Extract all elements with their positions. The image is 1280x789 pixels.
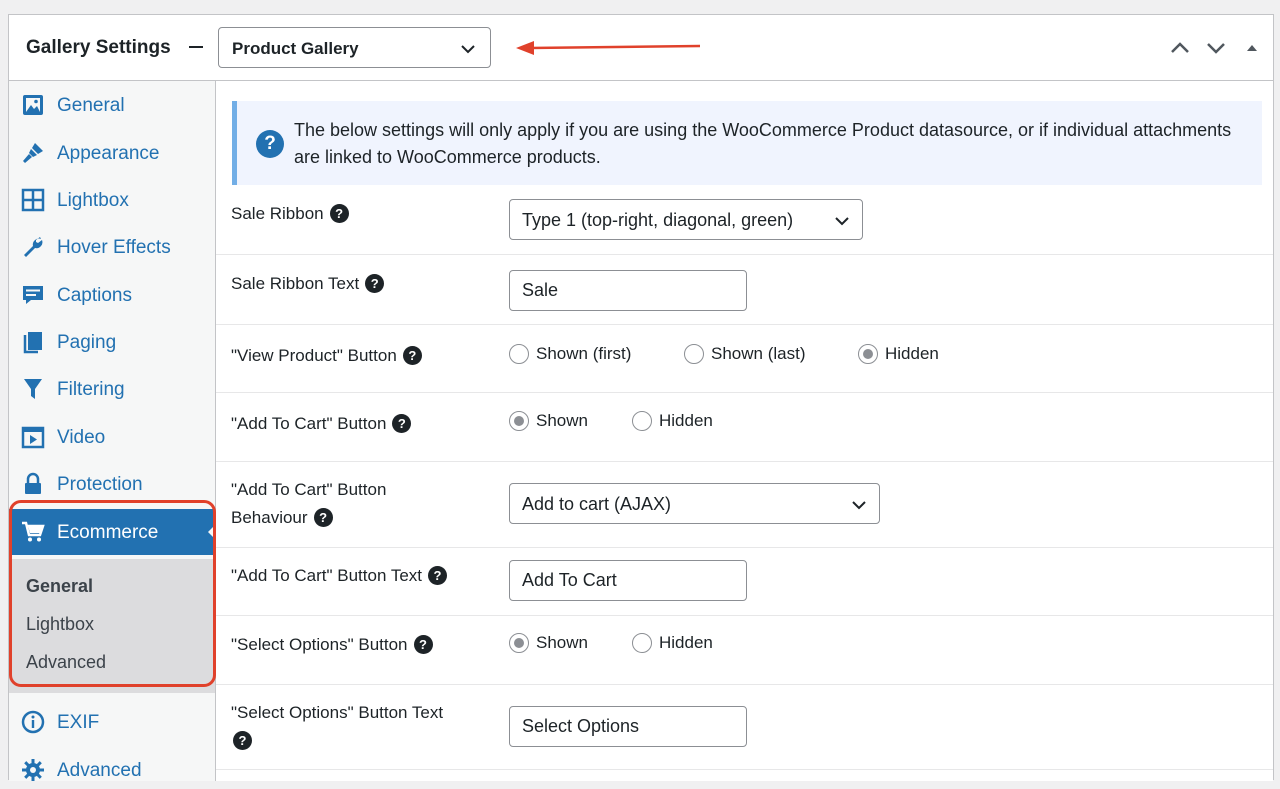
panel-title: Gallery Settings (26, 37, 171, 58)
gallery-template-value: Product Gallery (232, 39, 359, 58)
select-options-text-input[interactable] (509, 706, 747, 747)
sidebar-item-label: Protection (57, 474, 143, 495)
sidebar-item-advanced[interactable]: Advanced (9, 747, 215, 789)
setting-label: "Add To Cart" Button? (231, 410, 412, 438)
help-icon[interactable]: ? (428, 566, 447, 585)
chevron-down-icon (835, 217, 849, 226)
sale-ribbon-select[interactable]: Type 1 (top-right, diagonal, green) (509, 199, 863, 240)
setting-row-add-to-cart-text: "Add To Cart" Button Text? (216, 548, 1273, 616)
setting-row-sale-ribbon-text: Sale Ribbon Text? (216, 255, 1273, 325)
setting-row-add-to-cart: "Add To Cart" Button? Shown Hidden (216, 393, 1273, 462)
chevron-down-icon (852, 501, 866, 510)
sale-ribbon-text-input[interactable] (509, 270, 747, 311)
sidebar-item-label: Filtering (57, 379, 125, 400)
wrench-icon (24, 237, 43, 257)
chevron-down-icon (1207, 43, 1225, 54)
video-icon (21, 426, 45, 449)
setting-label: "View Product" Button? (231, 342, 422, 370)
add-to-cart-behaviour-select[interactable]: Add to cart (AJAX) (509, 483, 880, 524)
sidebar-item-label: Advanced (57, 760, 142, 781)
sidebar-item-video[interactable]: Video (9, 414, 215, 460)
panel-header: Gallery Settings Product Gallery (9, 15, 1273, 81)
sidebar-item-label: Paging (57, 332, 117, 353)
sidebar-item-label: Video (57, 427, 106, 448)
ecommerce-highlight-annotation (9, 500, 216, 687)
sidebar-item-general[interactable]: General (9, 82, 215, 128)
move-down-button[interactable] (1205, 37, 1227, 59)
setting-label: Sale Ribbon? (231, 200, 349, 228)
sidebar-item-appearance[interactable]: Appearance (9, 130, 215, 176)
setting-row-select-options-text: "Select Options" Button Text? (216, 685, 1273, 770)
sidebar-item-label: Lightbox (57, 190, 129, 211)
sidebar-item-label: Hover Effects (57, 237, 171, 258)
sidebar-item-hover-effects[interactable]: Hover Effects (9, 224, 215, 270)
info-notice: ? The below settings will only apply if … (232, 101, 1262, 185)
view-product-radio-first[interactable]: Shown (first) (509, 344, 631, 364)
lock-icon (25, 472, 41, 494)
select-options-radio-hidden[interactable]: Hidden (632, 633, 713, 653)
setting-label: "Add To Cart" Button Behaviour? (231, 480, 387, 527)
annotation-arrow-icon (516, 41, 701, 55)
gallery-settings-panel: Gallery Settings Product Gallery General (8, 14, 1274, 781)
image-icon (23, 95, 43, 115)
help-icon[interactable]: ? (313, 508, 333, 527)
collapse-toggle-button[interactable] (1241, 37, 1263, 59)
sidebar-item-exif[interactable]: EXIF (9, 699, 215, 745)
notice-text: The below settings will only apply if yo… (294, 120, 1232, 167)
filter-icon (24, 379, 42, 399)
sidebar-item-label: Captions (57, 285, 132, 306)
dash-separator (189, 46, 203, 48)
chevron-up-icon (1171, 42, 1189, 53)
brush-icon (23, 143, 43, 163)
grid-icon (21, 188, 45, 212)
radio-circle-selected[interactable] (858, 344, 878, 364)
chevron-down-icon (461, 45, 475, 54)
radio-circle[interactable] (684, 344, 704, 364)
radio-circle[interactable] (509, 344, 529, 364)
caption-icon (23, 286, 43, 304)
setting-row-add-to-cart-behaviour: "Add To Cart" Button Behaviour? Add to ca… (216, 462, 1273, 548)
help-icon[interactable]: ? (365, 274, 385, 293)
add-to-cart-radio-shown[interactable]: Shown (509, 411, 588, 431)
sidebar-item-paging[interactable]: Paging (9, 319, 215, 365)
add-to-cart-radio-hidden[interactable]: Hidden (632, 411, 713, 431)
help-icon[interactable]: ? (233, 731, 252, 750)
setting-label: "Select Options" Button? (231, 631, 433, 659)
sidebar-item-label: Appearance (57, 143, 160, 164)
settings-main: ? The below settings will only apply if … (216, 81, 1273, 781)
setting-label: "Add To Cart" Button Text? (231, 562, 447, 590)
add-to-cart-text-input[interactable] (509, 560, 747, 601)
help-icon[interactable]: ? (402, 346, 422, 365)
setting-row-sale-ribbon: Sale Ribbon? Type 1 (top-right, diagonal… (216, 185, 1273, 255)
radio-circle[interactable] (632, 411, 652, 431)
sidebar-item-lightbox[interactable]: Lightbox (9, 177, 215, 223)
radio-circle-selected[interactable] (509, 411, 529, 431)
setting-row-view-product: "View Product" Button? Shown (first) Sho… (216, 325, 1273, 393)
sidebar-item-captions[interactable]: Captions (9, 272, 215, 318)
view-product-radio-last[interactable]: Shown (last) (684, 344, 805, 364)
question-icon: ? (256, 130, 284, 158)
header-controls (1169, 37, 1263, 59)
triangle-up-icon (1247, 45, 1257, 51)
sidebar-item-filtering[interactable]: Filtering (9, 366, 215, 412)
pages-icon (23, 332, 42, 354)
radio-circle[interactable] (632, 633, 652, 653)
settings-sidebar: General Appearance Lightbox Hover Effect… (9, 81, 216, 781)
help-icon[interactable]: ? (392, 414, 412, 433)
info-icon (21, 710, 45, 734)
sidebar-item-label: EXIF (57, 712, 100, 733)
view-product-radio-hidden[interactable]: Hidden (858, 344, 939, 364)
radio-circle-selected[interactable] (509, 633, 529, 653)
sidebar-item-label: General (57, 95, 125, 116)
gear-icon (22, 759, 44, 781)
setting-label: Sale Ribbon Text? (231, 270, 385, 298)
help-icon[interactable]: ? (413, 635, 433, 654)
setting-label: "Select Options" Button Text? (231, 703, 444, 750)
help-icon[interactable]: ? (329, 204, 349, 223)
gallery-template-select[interactable]: Product Gallery (218, 27, 491, 68)
move-up-button[interactable] (1169, 37, 1191, 59)
setting-row-select-options: "Select Options" Button? Shown Hidden (216, 616, 1273, 685)
select-options-radio-shown[interactable]: Shown (509, 633, 588, 653)
